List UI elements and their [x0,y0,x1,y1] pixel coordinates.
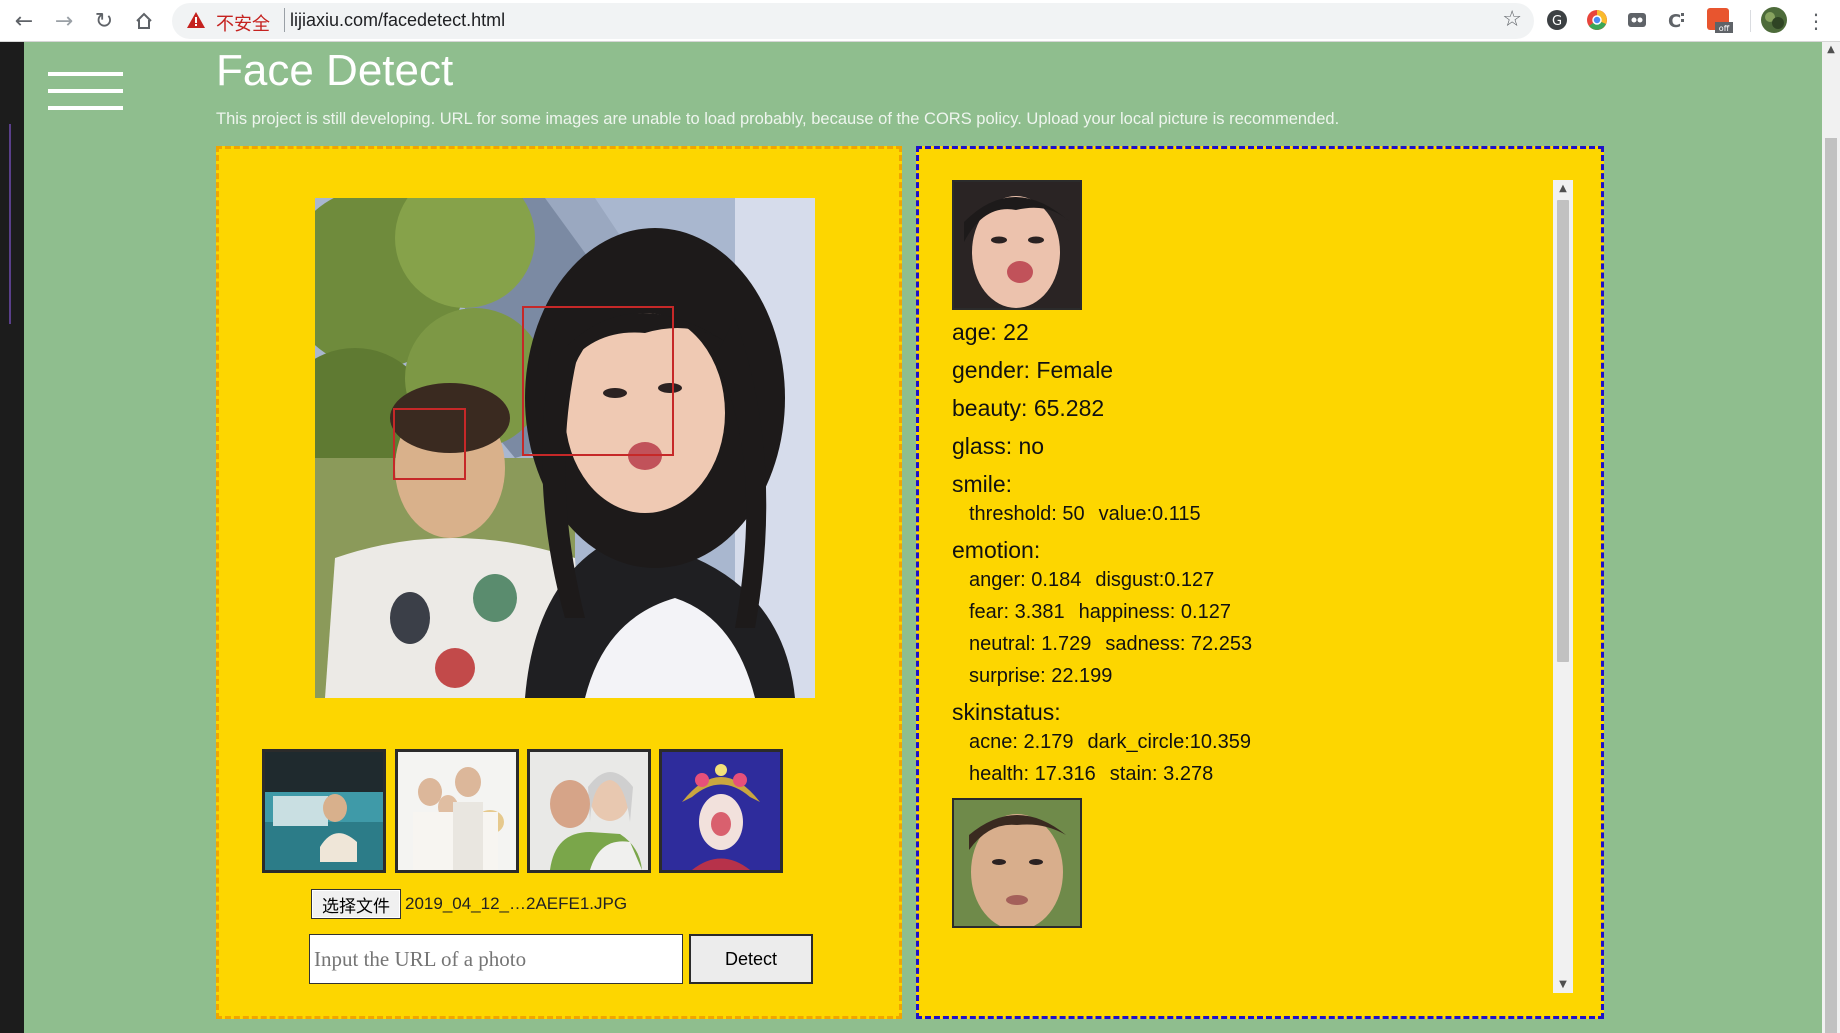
page-scrollbar[interactable]: ▲ [1822,42,1840,1033]
profile-avatar-icon[interactable] [1760,6,1788,34]
results-scrollbar[interactable]: ▲ ▼ [1553,180,1573,993]
selected-file-name: 2019_04_12_…2AEFE1.JPG [405,894,628,913]
skin-row: acne: 2.179 dark_circle:10.359 [969,726,1552,758]
analyzed-photo [315,198,815,698]
left-edge-accent [9,124,11,324]
extension-icon[interactable]: G [1545,8,1569,32]
url-text[interactable]: lijiaxiu.com/facedetect.html [290,10,505,31]
emotion-sadness: sadness: 72.253 [1105,633,1253,655]
emotion-row: anger: 0.184 disgust:0.127 [969,564,1552,596]
emotion-fear: fear: 3.381 [969,601,1065,623]
upload-panel: 选择文件 2019_04_12_…2AEFE1.JPG Detect [216,146,902,1019]
extension-icon[interactable]: off [1705,6,1733,34]
reload-icon[interactable]: ↻ [88,5,120,37]
scroll-up-arrow-icon[interactable]: ▲ [1553,180,1573,197]
browser-toolbar: ← → ↻ 不安全 lijiaxiu.com/facedetect.html ☆… [0,0,1840,42]
detect-button[interactable]: Detect [689,934,813,984]
face-detection-box[interactable] [393,408,466,480]
extension-icon[interactable]: C [1665,8,1689,32]
emotion-neutral: neutral: 1.729 [969,633,1092,655]
home-icon[interactable] [128,5,160,37]
sample-thumbnail[interactable] [659,749,783,873]
face-crop-thumbnail [952,180,1082,310]
svg-text:off: off [1719,24,1730,33]
bookmark-star-icon[interactable]: ☆ [1502,7,1522,32]
warning-icon [187,12,205,28]
emotion-anger: anger: 0.184 [969,569,1082,591]
smile-threshold: threshold: 50 [969,503,1085,525]
page-subtitle: This project is still developing. URL fo… [216,110,1340,128]
svg-text:G: G [1552,14,1562,29]
emotion-happiness: happiness: 0.127 [1078,601,1231,623]
choose-file-button[interactable]: 选择文件 [311,889,401,919]
emotion-row: fear: 3.381 happiness: 0.127 [969,596,1552,628]
face-glass: glass: no [952,433,1045,459]
scroll-down-arrow-icon[interactable]: ▼ [1553,976,1573,993]
skin-stain: stain: 3.278 [1109,763,1214,785]
sample-thumbnail[interactable] [395,749,519,873]
hamburger-menu-icon[interactable] [48,72,123,112]
extension-icon[interactable] [1625,8,1649,32]
results-list[interactable]: age: 22 gender: Female beauty: 65.282 gl… [952,180,1552,993]
scroll-up-arrow-icon[interactable]: ▲ [1822,44,1840,60]
emotion-row: neutral: 1.729 sadness: 72.253 [969,628,1552,660]
face-age: age: 22 [952,319,1029,345]
smile-values: threshold: 50 value:0.115 [969,498,1552,530]
emotion-row: surprise: 22.199 [969,660,1552,692]
menu-line [48,72,123,76]
toolbar-divider [1750,10,1751,32]
sample-thumbnail[interactable] [262,749,386,873]
skin-health: health: 17.316 [969,763,1096,785]
emotion-disgust: disgust:0.127 [1095,569,1215,591]
address-bar[interactable]: 不安全 lijiaxiu.com/facedetect.html ☆ [172,3,1534,39]
left-edge-strip [0,42,24,1033]
face-crop-thumbnail [952,798,1082,928]
skinstatus-heading: skinstatus: [952,699,1061,725]
forward-arrow-icon[interactable]: → [48,5,80,37]
face-beauty: beauty: 65.282 [952,395,1105,421]
skin-dark-circle: dark_circle:10.359 [1087,731,1251,753]
emotion-surprise: surprise: 22.199 [969,665,1113,687]
menu-line [48,106,123,110]
extension-icon[interactable] [1585,8,1609,32]
more-menu-icon[interactable]: ⋮ [1800,5,1832,37]
skin-acne: acne: 2.179 [969,731,1074,753]
scrollbar-thumb[interactable] [1557,200,1569,662]
photo-url-input[interactable] [309,934,683,984]
smile-heading: smile: [952,471,1013,497]
results-panel: age: 22 gender: Female beauty: 65.282 gl… [916,146,1604,1019]
menu-line [48,89,123,93]
insecure-label: 不安全 [216,14,270,34]
face-detection-box[interactable] [522,306,674,456]
svg-text:C: C [1668,11,1681,32]
skin-row: health: 17.316 stain: 3.278 [969,758,1552,790]
back-arrow-icon[interactable]: ← [8,5,40,37]
page-scrollbar-thumb[interactable] [1825,138,1837,1033]
face-gender: gender: Female [952,357,1114,383]
page-title: Face Detect [216,46,454,95]
address-separator [284,8,285,32]
smile-value: value:0.115 [1098,503,1201,525]
sample-thumbnail[interactable] [527,749,651,873]
emotion-heading: emotion: [952,537,1041,563]
